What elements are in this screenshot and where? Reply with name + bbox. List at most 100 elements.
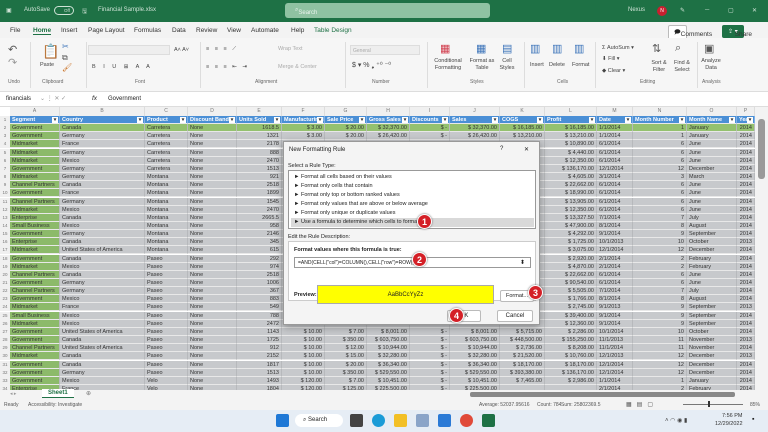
row-number[interactable]: 22 <box>0 287 10 296</box>
table-cell[interactable]: None <box>188 173 237 182</box>
table-cell[interactable]: Midmarket <box>10 262 60 271</box>
file-name[interactable]: Financial Sample.xlsx <box>98 7 156 13</box>
table-cell[interactable]: 2014 <box>737 295 755 304</box>
column-header-O[interactable]: O <box>687 107 737 116</box>
table-cell[interactable]: 2014 <box>737 213 755 222</box>
column-header-D[interactable]: D <box>188 107 237 116</box>
table-cell[interactable]: France <box>60 303 145 312</box>
table-cell[interactable]: $ - <box>410 336 450 345</box>
tab-view[interactable]: View <box>227 27 241 34</box>
table-cell[interactable]: Mexico <box>60 311 145 320</box>
table-cell[interactable]: $ 12.00 <box>325 344 367 353</box>
table-cell[interactable]: Canada <box>60 254 145 263</box>
table-cell[interactable]: 3 <box>633 173 687 182</box>
row-number[interactable]: 1 <box>0 116 10 124</box>
table-cell[interactable]: 2014 <box>737 156 755 165</box>
table-cell[interactable]: 6 <box>633 270 687 279</box>
minimize-icon[interactable]: ─ <box>705 7 709 13</box>
table-cell[interactable]: $ - <box>410 376 450 385</box>
table-cell[interactable]: 7/1/2014 <box>597 213 633 222</box>
table-cell[interactable]: $ 8,208.00 <box>545 344 597 353</box>
rule-type-item[interactable]: ► Format only top or bottom ranked value… <box>291 191 534 200</box>
table-cell[interactable]: June <box>687 148 737 157</box>
table-cell[interactable]: $ 20.00 <box>325 360 367 369</box>
table-cell[interactable]: August <box>687 221 737 230</box>
table-cell[interactable]: 6 <box>633 279 687 287</box>
table-cell[interactable]: Government <box>10 124 60 133</box>
table-cell[interactable]: 2014 <box>737 246 755 255</box>
row-number[interactable]: 4 <box>0 140 10 149</box>
column-header-N[interactable]: N <box>633 107 687 116</box>
table-cell[interactable]: July <box>687 287 737 296</box>
zoom-slider-thumb[interactable] <box>708 401 710 407</box>
filter-dropdown-icon[interactable]: ▾ <box>137 117 143 123</box>
row-number[interactable]: 33 <box>0 376 10 385</box>
table-cell[interactable]: January <box>687 376 737 385</box>
analyze-data-icon[interactable]: ▣ <box>704 42 714 55</box>
table-cell[interactable]: Germany <box>60 197 145 206</box>
table-cell[interactable]: Midmarket <box>10 148 60 157</box>
table-cell[interactable]: Paseo <box>145 254 188 263</box>
insert-cells-icon[interactable]: ▥ <box>530 42 540 55</box>
table-cell[interactable]: None <box>188 368 237 377</box>
table-cell[interactable]: December <box>687 368 737 377</box>
dialog-close-button[interactable]: ✕ <box>524 146 529 153</box>
table-cell[interactable]: Government <box>10 164 60 173</box>
table-cell[interactable]: June <box>687 279 737 287</box>
table-cell[interactable]: France <box>60 140 145 149</box>
table-cell[interactable]: 2013 <box>737 352 755 361</box>
table-cell[interactable]: Channel Partners <box>10 197 60 206</box>
table-cell[interactable]: June <box>687 156 737 165</box>
table-cell[interactable]: $ 15.00 <box>325 352 367 361</box>
table-cell[interactable]: Germany <box>60 148 145 157</box>
table-cell[interactable]: January <box>687 124 737 133</box>
table-cell[interactable]: 2470 <box>237 205 282 214</box>
table-cell[interactable]: 1143 <box>237 327 282 336</box>
table-cell[interactable]: $ 7.00 <box>325 376 367 385</box>
table-cell[interactable]: Channel Partners <box>10 344 60 353</box>
table-cell[interactable]: 9 <box>633 319 687 328</box>
autosum-button[interactable]: Σ AutoSum ▾ <box>602 45 634 52</box>
header-cell[interactable]: Sales ▾ <box>450 116 500 124</box>
table-cell[interactable]: 2 <box>633 254 687 263</box>
table-cell[interactable]: 2014 <box>737 279 755 287</box>
table-cell[interactable]: 6 <box>633 197 687 206</box>
table-cell[interactable]: 8/1/2014 <box>597 295 633 304</box>
table-cell[interactable]: None <box>188 336 237 345</box>
conditional-formatting-icon[interactable]: ▦ <box>440 42 450 55</box>
table-cell[interactable]: 2/1/2014 <box>597 254 633 263</box>
row-number[interactable]: 28 <box>0 336 10 345</box>
align-top-buttons[interactable]: ≡ ≡ ≡ ⟋ <box>206 46 238 53</box>
row-number[interactable]: 12 <box>0 205 10 214</box>
view-buttons[interactable]: ▦ ▤ ▢ <box>626 401 653 408</box>
table-cell[interactable]: Canada <box>60 270 145 279</box>
column-header-J[interactable]: J <box>450 107 500 116</box>
table-cell[interactable]: 1/1/2014 <box>597 132 633 141</box>
filter-dropdown-icon[interactable]: ▾ <box>359 117 365 123</box>
row-number[interactable]: 2 <box>0 124 10 133</box>
table-cell[interactable]: 6 <box>633 140 687 149</box>
table-cell[interactable]: Germany <box>60 132 145 141</box>
table-cell[interactable]: Enterprise <box>10 213 60 222</box>
table-cell[interactable]: Canada <box>60 213 145 222</box>
table-cell[interactable]: 974 <box>237 262 282 271</box>
table-cell[interactable]: 12/1/2014 <box>597 246 633 255</box>
paste-icon[interactable]: 📋 <box>42 43 59 60</box>
table-cell[interactable]: 7/1/2014 <box>597 287 633 296</box>
filter-dropdown-icon[interactable]: ▾ <box>747 117 753 123</box>
table-cell[interactable]: United States of America <box>60 327 145 336</box>
table-cell[interactable]: 12/1/2013 <box>597 352 633 361</box>
table-cell[interactable]: $ - <box>410 352 450 361</box>
table-cell[interactable]: $ 5,505.00 <box>545 287 597 296</box>
rule-type-list[interactable]: ► Format all cells based on their values… <box>288 170 536 229</box>
table-cell[interactable]: France <box>60 189 145 198</box>
table-cell[interactable]: None <box>188 189 237 198</box>
name-box-dropdown-icon[interactable]: ⌄ ⋮ ✕ ✓ <box>40 95 66 102</box>
maximize-icon[interactable]: ▢ <box>728 7 734 14</box>
table-cell[interactable]: $ 32,370.00 <box>450 124 500 133</box>
table-cell[interactable]: 921 <box>237 173 282 182</box>
cell-styles-icon[interactable]: ▤ <box>502 42 512 55</box>
table-cell[interactable]: Carretera <box>145 124 188 133</box>
zoom-slider[interactable] <box>683 404 743 405</box>
table-cell[interactable]: Paseo <box>145 303 188 312</box>
